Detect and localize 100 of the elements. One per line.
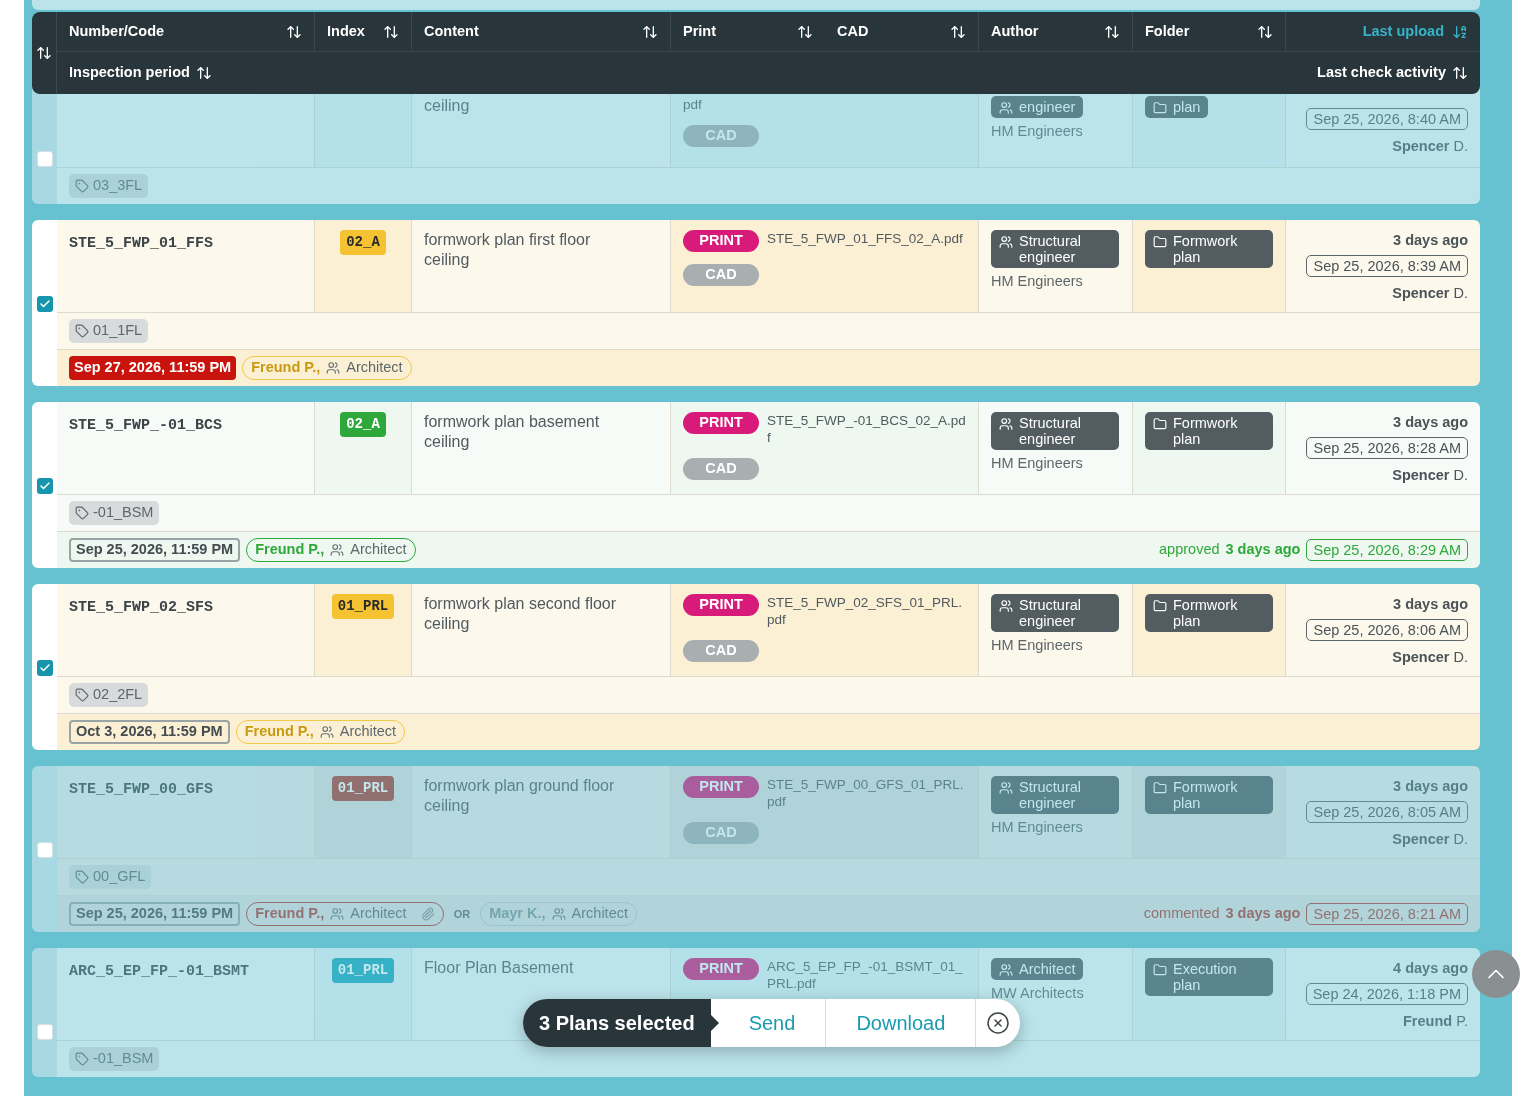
role-chip: Structural engineer (991, 412, 1119, 450)
upload-date: Sep 25, 2026, 8:39 AM (1306, 254, 1468, 277)
tag-icon (75, 179, 89, 193)
people-icon (551, 907, 566, 921)
sort-icon[interactable] (1257, 23, 1273, 40)
sort-icon[interactable] (195, 65, 212, 81)
column-header[interactable]: Inspection period (69, 62, 190, 84)
activity-verb: commented (1143, 904, 1220, 924)
activity-verb: approved (1159, 540, 1220, 560)
tag-chip: 01_1FL (69, 319, 149, 343)
activity-age: 3 days ago (1225, 540, 1301, 560)
tag-chip: 03_3FL (69, 174, 149, 198)
plan-code: STE_5_FWP_01_FFS (69, 235, 214, 252)
check-icon (38, 662, 51, 674)
sort-icon[interactable] (950, 23, 966, 40)
uploader-name: Spencer D. (1392, 829, 1468, 849)
column-header[interactable]: Last check activity (1317, 62, 1446, 84)
role-chip: Architect (991, 958, 1084, 980)
checkbox[interactable] (36, 151, 53, 167)
deadline-date: Sep 25, 2026, 11:59 PM (69, 538, 241, 562)
row-gutter (32, 895, 57, 932)
plan-description: Floor Plan Basement (424, 958, 575, 978)
upload-date: Sep 25, 2026, 8:05 AM (1306, 800, 1468, 823)
uploader-name: Spencer D. (1392, 465, 1468, 485)
deadline-date: Sep 27, 2026, 11:59 PM (69, 356, 237, 380)
bar-action-button[interactable]: Send (718, 999, 827, 1047)
check-icon (38, 480, 51, 492)
sort-icon[interactable] (1104, 23, 1120, 40)
file-name: STE_5_FWP_02_SFS_01_PRL.pdf (767, 594, 964, 628)
print-button[interactable]: PRINT (683, 230, 759, 252)
file-name: STE_5_FWP_00_GFS_01_PRL.pdf (767, 776, 965, 810)
column-header[interactable]: Number/Code (69, 20, 165, 43)
checkbox[interactable] (36, 842, 53, 858)
sort-icon[interactable] (286, 23, 302, 40)
plan-code: STE_5_FWP_-01_BCS (69, 417, 223, 434)
row-gutter (32, 713, 57, 750)
folder-icon (1153, 417, 1167, 431)
upload-date: Sep 25, 2026, 8:40 AM (1306, 108, 1468, 130)
plan-description: formwork plan basement ceiling (424, 412, 601, 452)
print-button[interactable]: PRINT (683, 412, 759, 434)
print-button[interactable]: PRINT (683, 958, 759, 980)
uploader-name: Spencer D. (1392, 283, 1468, 303)
checkbox[interactable] (36, 1024, 53, 1040)
index-badge: 01_PRL (331, 958, 395, 983)
upload-age: 4 days ago (1393, 959, 1468, 978)
column-header[interactable]: Content (424, 20, 479, 43)
sort-icon[interactable] (797, 23, 813, 40)
tag-icon (75, 506, 89, 520)
index-badge: 01_PRL (331, 776, 395, 801)
column-header[interactable]: Print (683, 20, 717, 43)
people-icon (326, 361, 341, 375)
sort-icon[interactable] (1452, 23, 1468, 40)
people-icon (999, 781, 1013, 795)
file-name: STE_5_FWP_01_FFS_02_A.pdf (767, 230, 964, 247)
folder-chip: Execution plan (1145, 958, 1273, 996)
tag-icon (75, 324, 89, 338)
tag-chip: -01_BSM (69, 501, 160, 525)
role-chip: Structural engineer (991, 230, 1119, 268)
row-gutter (32, 349, 57, 386)
upload-date: Sep 24, 2026, 1:18 PM (1305, 982, 1468, 1005)
column-header[interactable]: CAD (837, 20, 869, 43)
print-button[interactable]: PRINT (683, 776, 759, 798)
check-icon (38, 298, 51, 310)
people-icon (999, 417, 1013, 431)
column-header[interactable]: Last upload (1362, 20, 1444, 43)
folder-icon (1153, 235, 1167, 249)
activity-date: Sep 25, 2026, 8:29 AM (1306, 539, 1468, 561)
folder-chip: Formwork plan (1145, 230, 1273, 268)
people-icon (319, 725, 334, 739)
tag-icon (75, 688, 89, 702)
column-header[interactable]: Index (327, 20, 365, 43)
uploader-name: Spencer D. (1392, 137, 1468, 156)
checkbox[interactable] (36, 660, 53, 676)
folder-icon (1153, 963, 1167, 977)
plan-code: ARC_5_EP_FP_-01_BSMT (69, 963, 250, 980)
sort-icon[interactable] (383, 23, 399, 40)
folder-chip: plan (1145, 96, 1209, 118)
print-button[interactable]: PRINT (683, 594, 759, 616)
plan-description: formwork plan first floor ceiling (424, 230, 592, 270)
upload-age: 3 days ago (1393, 595, 1468, 614)
row-gutter (32, 531, 57, 568)
people-icon (330, 543, 345, 557)
folder-chip: Formwork plan (1145, 594, 1273, 632)
column-header[interactable]: Folder (1145, 20, 1190, 43)
company-name: HM Engineers (991, 454, 1084, 473)
sort-icon[interactable] (642, 23, 658, 40)
column-header[interactable]: Author (991, 20, 1039, 43)
plan-description: formwork plan second floor ceiling (424, 594, 618, 634)
bar-action-button[interactable]: Download (826, 999, 977, 1047)
file-name: STE_5_FWP_-01_BCS_02_A.pdf (767, 412, 966, 446)
deadline-date: Sep 25, 2026, 11:59 PM (69, 902, 241, 926)
checkbox[interactable] (36, 296, 53, 312)
tag-chip: -01_BSM (69, 1047, 160, 1071)
activity-date: Sep 25, 2026, 8:21 AM (1306, 903, 1468, 925)
upload-age: 3 days ago (1393, 231, 1468, 250)
folder-icon (1153, 599, 1167, 613)
role-chip: Structural engineer (991, 594, 1119, 632)
checkbox[interactable] (36, 478, 53, 494)
sort-icon[interactable] (36, 45, 52, 61)
sort-icon[interactable] (1452, 65, 1468, 81)
